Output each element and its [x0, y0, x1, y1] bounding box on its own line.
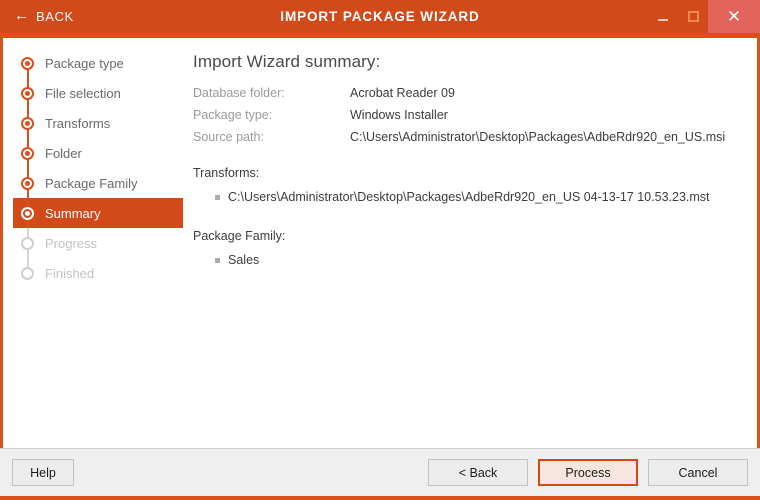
sidebar-step-label: File selection: [45, 85, 121, 101]
minimize-button[interactable]: [648, 0, 678, 33]
help-button[interactable]: Help: [12, 459, 74, 486]
import-package-wizard-window: ← BACK IMPORT PACKAGE WIZARD ✕ Package t…: [0, 0, 760, 500]
sidebar-step-label: Summary: [45, 205, 101, 221]
sidebar-step-package-family[interactable]: Package Family: [3, 168, 188, 198]
maximize-icon: [687, 11, 699, 22]
back-button-label: BACK: [36, 9, 74, 24]
list-item: Sales: [215, 251, 737, 270]
field-value: C:\Users\Administrator\Desktop\Packages\…: [350, 130, 726, 144]
process-button[interactable]: Process: [538, 459, 638, 486]
minimize-icon: [658, 18, 668, 21]
title-bar: ← BACK IMPORT PACKAGE WIZARD ✕: [0, 0, 760, 33]
back-button[interactable]: ← BACK: [0, 7, 84, 26]
transforms-section-title: Transforms:: [193, 166, 260, 180]
field-label: Package type:: [193, 108, 273, 122]
field-value: Acrobat Reader 09: [350, 86, 455, 100]
package-family-list: Sales: [193, 251, 737, 270]
footer-bar: Help < Back Process Cancel: [0, 448, 760, 496]
cancel-button[interactable]: Cancel: [648, 459, 748, 486]
sidebar-step-transforms[interactable]: Transforms: [3, 108, 188, 138]
list-item: C:\Users\Administrator\Desktop\Packages\…: [215, 188, 737, 207]
step-bullet-icon: [21, 56, 34, 70]
arrow-left-icon: ←: [14, 7, 29, 24]
wizard-body: Package type File selection Transforms F…: [3, 38, 757, 448]
summary-field-package-type: Package type: Windows Installer: [193, 108, 737, 122]
sidebar-step-label: Transforms: [45, 115, 111, 131]
sidebar-step-label: Folder: [45, 145, 82, 161]
wizard-step-sidebar: Package type File selection Transforms F…: [3, 38, 188, 448]
field-value: Windows Installer: [350, 108, 448, 122]
step-bullet-icon: [21, 176, 34, 190]
sidebar-step-label: Package type: [45, 55, 124, 71]
sidebar-step-summary[interactable]: Summary: [13, 198, 183, 228]
step-bullet-icon: [21, 266, 34, 280]
sidebar-step-label: Package Family: [45, 175, 138, 191]
sidebar-step-file-selection[interactable]: File selection: [3, 78, 188, 108]
field-label: Source path:: [193, 130, 264, 144]
step-bullet-icon: [21, 206, 34, 220]
step-bullet-icon: [21, 86, 34, 100]
package-family-section-title: Package Family:: [193, 229, 286, 243]
page-title: Import Wizard summary:: [193, 52, 381, 71]
window-title: IMPORT PACKAGE WIZARD: [280, 9, 480, 24]
back-nav-button[interactable]: < Back: [428, 459, 528, 486]
step-bullet-icon: [21, 116, 34, 130]
summary-field-source-path: Source path: C:\Users\Administrator\Desk…: [193, 130, 737, 144]
sidebar-step-label: Progress: [45, 235, 98, 251]
step-bullet-icon: [21, 236, 34, 250]
close-icon: ✕: [726, 7, 742, 26]
footer-actions: < Back Process Cancel: [428, 459, 748, 486]
close-button[interactable]: ✕: [708, 0, 760, 33]
summary-field-database-folder: Database folder: Acrobat Reader 09: [193, 86, 737, 100]
field-label: Database folder:: [193, 86, 285, 100]
transforms-list: C:\Users\Administrator\Desktop\Packages\…: [193, 188, 737, 207]
window-controls: ✕: [648, 0, 760, 33]
summary-content: Import Wizard summary: Database folder: …: [188, 38, 757, 448]
sidebar-step-label: Finished: [45, 265, 95, 281]
sidebar-step-folder[interactable]: Folder: [3, 138, 188, 168]
sidebar-step-package-type[interactable]: Package type: [3, 48, 188, 78]
step-bullet-icon: [21, 146, 34, 160]
sidebar-step-progress: Progress: [3, 228, 188, 258]
sidebar-step-finished: Finished: [3, 258, 188, 288]
maximize-button[interactable]: [678, 0, 708, 33]
